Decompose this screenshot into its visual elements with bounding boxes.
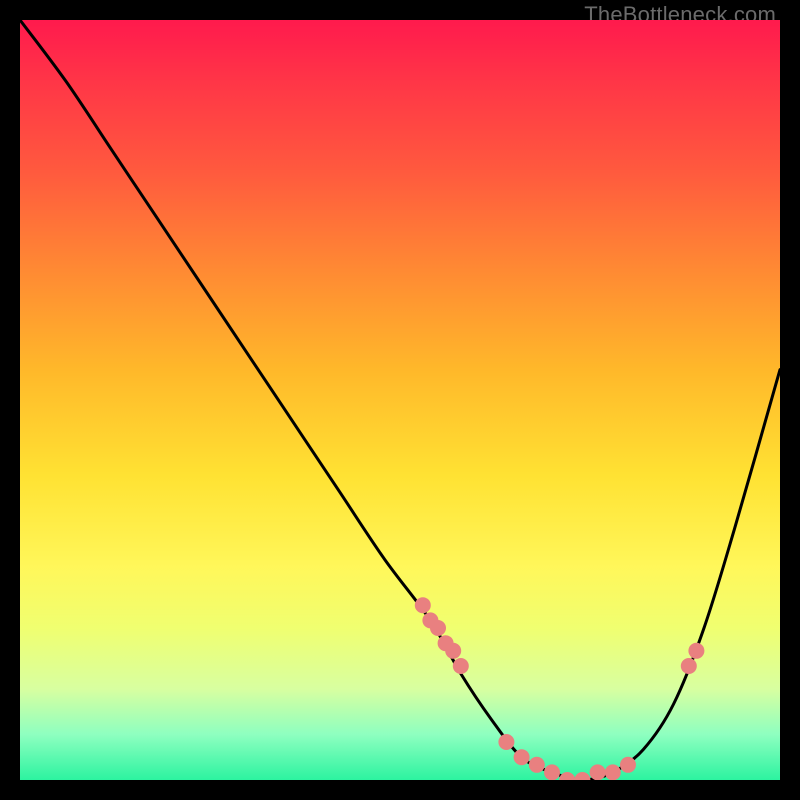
chart-frame [20,20,780,780]
chart-marker [688,643,704,659]
chart-marker [590,764,606,780]
chart-marker [620,757,636,773]
chart-marker [415,597,431,613]
chart-marker [605,764,621,780]
chart-marker [453,658,469,674]
chart-markers [415,597,705,780]
chart-marker [498,734,514,750]
chart-marker [514,749,530,765]
chart-marker [681,658,697,674]
chart-svg [20,20,780,780]
chart-marker [430,620,446,636]
chart-marker [445,643,461,659]
chart-marker [544,764,560,780]
chart-marker [529,757,545,773]
chart-marker [574,772,590,780]
chart-curve [20,20,780,780]
chart-marker [559,772,575,780]
